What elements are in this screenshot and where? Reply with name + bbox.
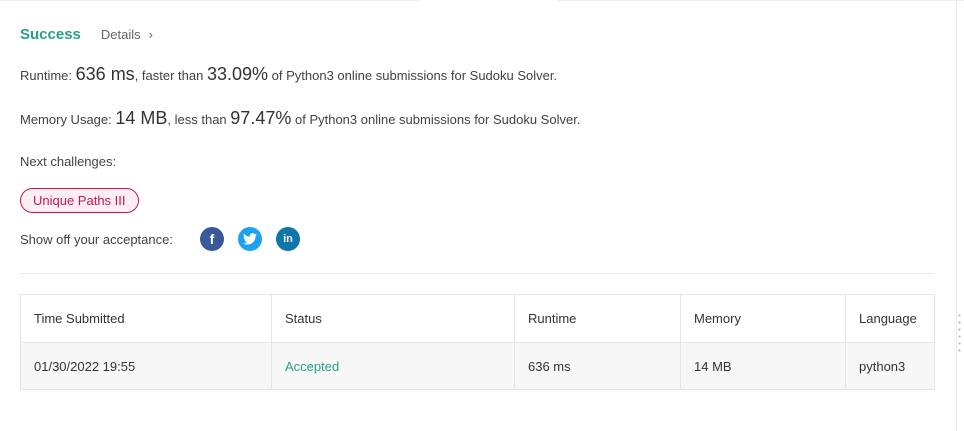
- twitter-icon[interactable]: [237, 227, 262, 251]
- memory-comparison: , less than: [167, 112, 227, 127]
- details-link[interactable]: Details ›: [101, 27, 153, 42]
- cell-language: python3: [845, 342, 935, 390]
- share-row: Show off your acceptance: f in: [20, 227, 300, 251]
- column-header-language[interactable]: Language: [845, 294, 935, 343]
- chevron-right-icon: ›: [148, 26, 153, 42]
- runtime-label: Runtime:: [20, 68, 73, 83]
- result-header: Success Details ›: [20, 24, 153, 44]
- column-header-time-submitted[interactable]: Time Submitted: [20, 294, 272, 343]
- top-border-left: [0, 0, 420, 1]
- cell-time-submitted: 01/30/2022 19:55: [20, 342, 272, 390]
- twitter-bird-icon: [242, 233, 257, 245]
- divider: [20, 273, 934, 274]
- submissions-table: Time Submitted Status Runtime Memory Lan…: [20, 294, 935, 390]
- memory-value: 14 MB: [115, 108, 168, 128]
- linkedin-icon[interactable]: in: [275, 227, 300, 251]
- top-border-right: [558, 0, 964, 1]
- cell-runtime: 636 ms: [514, 342, 681, 390]
- memory-summary: Memory Usage: 14 MB, less than 97.47% of…: [20, 108, 580, 129]
- runtime-comparison: , faster than: [134, 68, 204, 83]
- table-row: 01/30/2022 19:55 Accepted 636 ms 14 MB p…: [20, 342, 935, 390]
- memory-suffix: of Python3 online submissions for Sudoku…: [294, 112, 581, 127]
- next-challenges-label: Next challenges:: [20, 154, 117, 169]
- cell-status-link[interactable]: Accepted: [271, 342, 515, 390]
- challenge-unique-paths-iii[interactable]: Unique Paths III: [20, 188, 139, 213]
- table-header-row: Time Submitted Status Runtime Memory Lan…: [20, 294, 935, 343]
- runtime-value: 636 ms: [75, 64, 135, 84]
- column-header-memory[interactable]: Memory: [680, 294, 846, 343]
- details-label: Details: [100, 26, 141, 42]
- runtime-percent: 33.09%: [206, 64, 269, 84]
- status-title: Success: [20, 25, 81, 43]
- facebook-icon[interactable]: f: [199, 227, 224, 251]
- runtime-suffix: of Python3 online submissions for Sudoku…: [271, 68, 558, 83]
- runtime-summary: Runtime: 636 ms, faster than 33.09% of P…: [20, 64, 557, 85]
- panel-divider: [956, 0, 957, 431]
- memory-percent: 97.47%: [230, 108, 292, 128]
- memory-label: Memory Usage:: [20, 112, 112, 127]
- cell-memory: 14 MB: [680, 342, 846, 390]
- resize-handle[interactable]: [958, 312, 961, 356]
- column-header-runtime[interactable]: Runtime: [514, 294, 681, 343]
- column-header-status[interactable]: Status: [271, 294, 515, 343]
- share-label: Show off your acceptance:: [20, 231, 173, 247]
